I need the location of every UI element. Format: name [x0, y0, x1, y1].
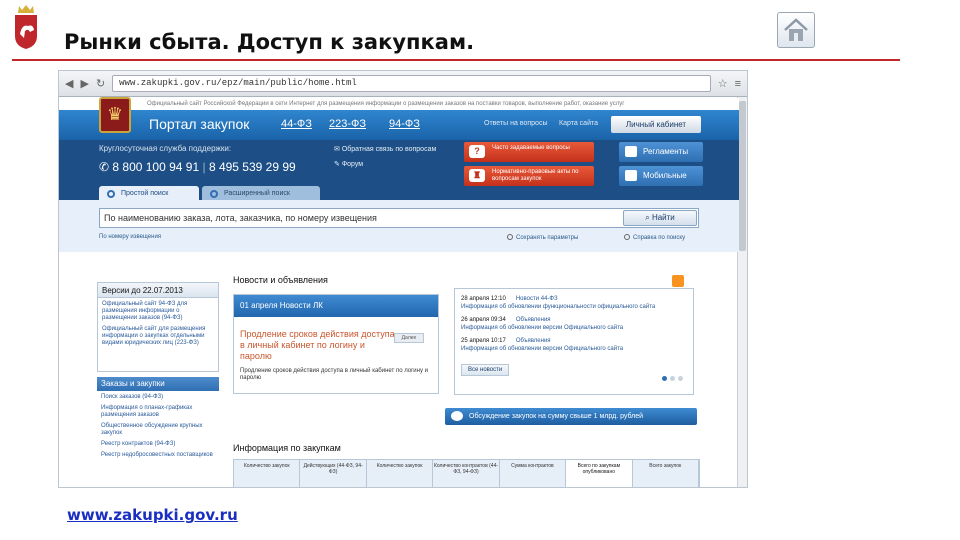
zakupki-site: Официальный сайт Российской Федерации в … — [59, 97, 739, 487]
news-heading: Новости и объявления — [233, 275, 328, 285]
versions-box: Официальный сайт 94-ФЗ для размещения ин… — [97, 298, 219, 372]
feed-date: 28 апреля 12:10 Новости 44-ФЗ — [461, 296, 558, 302]
gov-caption: Официальный сайт Российской Федерации в … — [59, 98, 739, 110]
title-divider — [12, 59, 900, 61]
home-icon — [784, 18, 808, 41]
order-link[interactable]: Реестр недобросовестных поставщиков — [101, 452, 215, 459]
search-tab-icon — [107, 190, 115, 198]
sitemap-link[interactable]: Карта сайта — [559, 120, 598, 127]
scrollbar-thumb[interactable] — [739, 101, 746, 251]
support-phones: ✆ 8 800 100 94 91 | 8 495 539 29 99 — [99, 160, 296, 174]
radio-icon — [507, 234, 513, 240]
table-header-cell: Всего закупок — [632, 460, 699, 487]
orders-heading: Заказы и закупки — [97, 377, 219, 391]
faq-button[interactable]: ? Часто задаваемые вопросы — [464, 142, 594, 162]
regulations-button[interactable]: Регламенты — [619, 142, 703, 162]
mobile-button[interactable]: Мобильные — [619, 166, 703, 186]
forward-icon[interactable]: ▶ — [80, 77, 88, 90]
list-item[interactable]: 28 апреля 12:10 Новости 44-ФЗ Информация … — [461, 295, 687, 311]
feed-text[interactable]: Информация об обновлении версии Официаль… — [461, 345, 687, 353]
personal-cabinet-button[interactable]: Личный кабинет — [611, 116, 701, 133]
speech-bubble-icon — [451, 411, 463, 421]
eagle-icon: ♜ — [469, 169, 485, 182]
feed-date: 25 апреля 10:17 Объявления — [461, 338, 551, 344]
info-heading: Информация по закупкам — [233, 443, 341, 453]
slide-title: Рынки сбыта. Доступ к закупкам. — [64, 30, 475, 54]
order-link[interactable]: Информация о планах-графиках размещения … — [101, 405, 215, 419]
reload-icon[interactable]: ↻ — [96, 77, 105, 90]
list-item[interactable]: 25 апреля 10:17 Объявления Информация об … — [461, 337, 687, 353]
law-223-link[interactable]: 223-ФЗ — [329, 118, 366, 130]
phone-icon: ✆ — [99, 160, 113, 174]
search-input[interactable]: По наименованию заказа, лота, заказчика,… — [99, 208, 699, 228]
version-link[interactable]: Официальный сайт 94-ФЗ для размещения ин… — [102, 301, 214, 322]
orders-list: Поиск заказов (94-ФЗ) Информация о плана… — [97, 391, 219, 466]
save-params-option[interactable]: Сохранять параметры — [507, 234, 578, 241]
order-link[interactable]: Поиск заказов (94-ФЗ) — [101, 394, 215, 401]
coat-of-arms-icon: ♛ — [99, 97, 131, 133]
left-sidebar: Версии до 22.07.2013 Официальный сайт 94… — [97, 282, 219, 466]
find-button[interactable]: ⌕ Найти — [623, 210, 697, 226]
news-feed: 28 апреля 12:10 Новости 44-ФЗ Информация … — [454, 288, 694, 395]
faq-top-link[interactable]: Ответы на вопросы — [484, 120, 547, 127]
more-tag[interactable]: Далее — [394, 333, 424, 343]
feedback-link[interactable]: ✉ Обратная связь по вопросам — [334, 145, 436, 153]
briefcase-icon — [625, 146, 637, 157]
news-card-summary: Продление сроков действия доступа в личн… — [240, 368, 428, 381]
law-94-link[interactable]: 94-ФЗ — [389, 118, 420, 130]
website-screenshot: ◀ ▶ ↻ www.zakupki.gov.ru/epz/main/public… — [58, 70, 748, 488]
mobile-icon — [625, 170, 637, 181]
search-help-option[interactable]: Справка по поиску — [624, 234, 685, 241]
menu-icon[interactable]: ≡ — [735, 78, 741, 90]
news-card-headline[interactable]: Продление сроков действия доступа в личн… — [234, 317, 404, 362]
info-band: Круглосуточная служба поддержки: ✆ 8 800… — [59, 140, 739, 202]
list-item[interactable]: 26 апреля 09:34 Объявления Информация об … — [461, 316, 687, 332]
zakupki-link[interactable]: www.zakupki.gov.ru — [67, 506, 238, 524]
table-header-cell: Количество закупок — [234, 460, 301, 487]
feed-date: 26 апреля 09:34 Объявления — [461, 317, 551, 323]
rss-icon[interactable] — [672, 275, 684, 287]
legal-acts-button[interactable]: ♜ Нормативно-правовые акты по вопросам за… — [464, 166, 594, 186]
browser-toolbar: ◀ ▶ ↻ www.zakupki.gov.ru/epz/main/public… — [59, 71, 747, 97]
search-icon: ⌕ — [645, 213, 652, 222]
table-header-cell: Действующих (44-ФЗ, 94-ФЗ) — [300, 460, 367, 487]
back-icon[interactable]: ◀ — [65, 77, 73, 90]
mail-icon: ✉ — [334, 146, 342, 153]
table-header-cell: Количество контрактов (44-ФЗ, 94-ФЗ) — [433, 460, 500, 487]
portal-name[interactable]: Портал закупок — [149, 116, 249, 132]
chat-icon: ✎ — [334, 161, 342, 168]
phone-2: 8 495 539 29 99 — [208, 160, 296, 174]
info-table: Количество закупок Действующих (44-ФЗ, 9… — [233, 459, 700, 487]
support-label: Круглосуточная служба поддержки: — [99, 144, 232, 153]
perm-krai-emblem-icon — [15, 5, 37, 49]
news-slide-card[interactable]: 01 апреля Новости ЛК Продление сроков де… — [233, 294, 439, 394]
carousel-dots[interactable] — [659, 368, 683, 386]
forum-link[interactable]: ✎ Форум — [334, 160, 363, 168]
news-card-header: 01 апреля Новости ЛК — [234, 295, 438, 317]
order-link[interactable]: Общественное обсуждение крупных закупок — [101, 423, 215, 437]
table-header-cell: Всего по закупкам опубликовано — [566, 460, 633, 487]
versions-heading: Версии до 22.07.2013 — [97, 282, 219, 298]
law-44-link[interactable]: 44-ФЗ — [281, 118, 312, 130]
home-button[interactable] — [777, 12, 815, 48]
feed-text[interactable]: Информация об обновлении версии Официаль… — [461, 324, 687, 332]
all-news-button[interactable]: Все новости — [461, 364, 510, 376]
star-icon[interactable]: ☆ — [718, 77, 728, 90]
address-bar[interactable]: www.zakupki.gov.ru/epz/main/public/home.… — [112, 75, 711, 92]
version-link[interactable]: Официальный сайт для размещения информац… — [102, 326, 214, 347]
advanced-tab-icon — [210, 190, 218, 198]
search-by-number-link[interactable]: По номеру извещения — [99, 234, 161, 240]
order-link[interactable]: Реестр контрактов (94-ФЗ) — [101, 441, 215, 448]
portal-header: ♛ Портал закупок 44-ФЗ 223-ФЗ 94-ФЗ Отве… — [59, 97, 739, 140]
search-panel: По наименованию заказа, лота, заказчика,… — [59, 200, 739, 252]
discussion-button[interactable]: Обсуждение закупок на сумму свыше 1 млрд… — [445, 408, 697, 425]
feed-text[interactable]: Информация об обновлении функциональност… — [461, 303, 687, 311]
radio-icon — [624, 234, 630, 240]
phone-1: 8 800 100 94 91 — [112, 160, 200, 174]
question-icon: ? — [469, 145, 485, 158]
table-header-cell: Количество закупок — [366, 460, 434, 487]
table-header-cell: Сумма контрактов — [499, 460, 567, 487]
